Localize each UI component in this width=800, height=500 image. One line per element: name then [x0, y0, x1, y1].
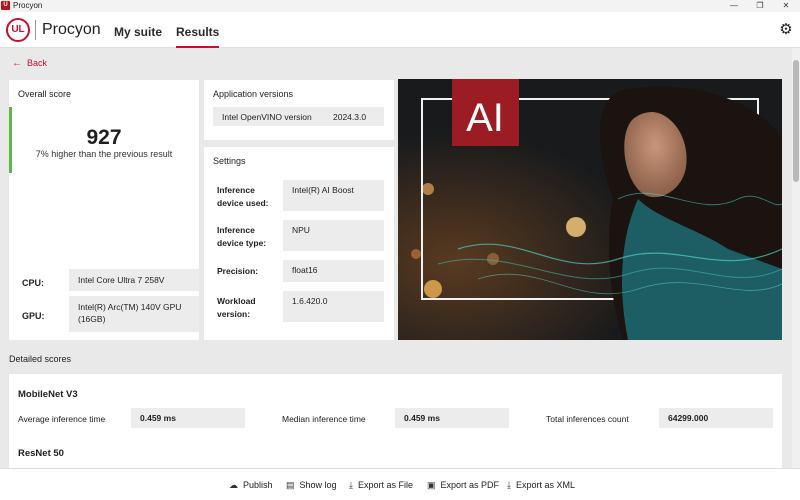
gear-icon[interactable]: ⚙	[778, 22, 794, 38]
scrollbar-thumb[interactable]	[793, 60, 799, 182]
setting-label: Workload version:	[217, 296, 256, 319]
cpu-label: CPU:	[22, 278, 44, 288]
brand-name: Procyon	[42, 21, 101, 38]
score-comparison: 7% higher than the previous result	[35, 149, 173, 159]
setting-value: float16	[283, 260, 384, 282]
overall-score-value: 927	[86, 126, 122, 149]
download-icon: ⤓	[349, 480, 353, 490]
export-pdf-label: Export as PDF	[440, 480, 500, 490]
footer-toolbar: ☁ Publish ▤ Show log ⤓ Export as File ▣ Expo…	[0, 468, 800, 500]
app-header: UL Procyon My suite Results ⚙	[0, 12, 800, 48]
maximize-button[interactable]: ❐	[748, 0, 772, 12]
gpu-value: Intel(R) Arc(TM) 140V GPU (16GB)	[69, 296, 199, 332]
promo-illustration: AI	[398, 79, 782, 340]
document-icon: ▤	[286, 480, 295, 490]
total-inferences-value: 64299.000	[659, 408, 773, 428]
model-name: MobileNet V3	[18, 389, 78, 400]
setting-value: NPU	[283, 220, 384, 251]
ul-logo: UL	[6, 18, 30, 42]
total-inferences-label: Total inferences count	[546, 414, 629, 424]
close-button[interactable]: ✕	[774, 0, 798, 12]
median-inference-label: Median inference time	[282, 414, 366, 424]
publish-label: Publish	[243, 480, 273, 490]
average-inference-label: Average inference time	[18, 414, 106, 424]
logo-divider	[35, 20, 36, 40]
settings-title: Settings	[213, 156, 246, 166]
setting-label: Precision:	[217, 266, 259, 276]
back-label: Back	[27, 58, 48, 68]
back-link[interactable]: ← Back	[12, 58, 47, 69]
publish-button[interactable]: ☁ Publish	[229, 479, 273, 491]
application-versions-card: Application versions Intel OpenVINO vers…	[204, 80, 394, 140]
window-title: Procyon	[13, 1, 43, 10]
export-xml-button[interactable]: ⤓ Export as XML	[507, 479, 575, 491]
openvino-version-label: Intel OpenVINO version	[222, 112, 312, 122]
save-icon: ▣	[427, 480, 436, 490]
overall-score-card: Overall score 927 7% higher than the pre…	[9, 80, 199, 340]
average-inference-value: 0.459 ms	[131, 408, 245, 428]
ai-logo-text: AI	[466, 96, 504, 140]
gpu-label: GPU:	[22, 311, 45, 321]
app-icon: U	[1, 1, 10, 10]
setting-label: Inference device type:	[217, 225, 267, 248]
setting-value: Intel(R) AI Boost	[283, 180, 384, 211]
export-file-label: Export as File	[357, 480, 414, 490]
median-inference-value: 0.459 ms	[395, 408, 509, 428]
show-log-label: Show log	[299, 480, 337, 490]
overall-score-title: Overall score	[18, 89, 72, 99]
setting-label: Inference device used:	[217, 185, 269, 208]
download-icon: ⤓	[507, 480, 511, 490]
export-file-button[interactable]: ⤓ Export as File	[349, 479, 413, 491]
back-arrow-icon: ←	[12, 58, 22, 69]
export-xml-label: Export as XML	[515, 480, 576, 490]
title-bar: U Procyon — ❐ ✕	[0, 0, 800, 12]
minimize-button[interactable]: —	[722, 0, 746, 12]
detailed-scores-card: MobileNet V3 Average inference time 0.45…	[9, 374, 782, 468]
openvino-version-value: 2024.3.0	[333, 112, 367, 122]
settings-card: Settings Inference device used: Intel(R)…	[204, 147, 394, 340]
tab-my-suite[interactable]: My suite	[114, 25, 162, 39]
model-name: ResNet 50	[18, 448, 64, 459]
show-log-button[interactable]: ▤ Show log	[286, 479, 337, 491]
cpu-value: Intel Core Ultra 7 258V	[69, 269, 199, 291]
application-versions-title: Application versions	[213, 89, 294, 99]
export-pdf-button[interactable]: ▣ Export as PDF	[427, 479, 499, 491]
tab-results[interactable]: Results	[176, 25, 220, 48]
openvino-version-row: Intel OpenVINO version 2024.3.0	[213, 107, 384, 126]
detailed-scores-title: Detailed scores	[9, 354, 72, 364]
promo-image: AI	[398, 79, 782, 340]
setting-value: 1.6.420.0	[283, 291, 384, 322]
cloud-upload-icon: ☁	[229, 480, 238, 490]
